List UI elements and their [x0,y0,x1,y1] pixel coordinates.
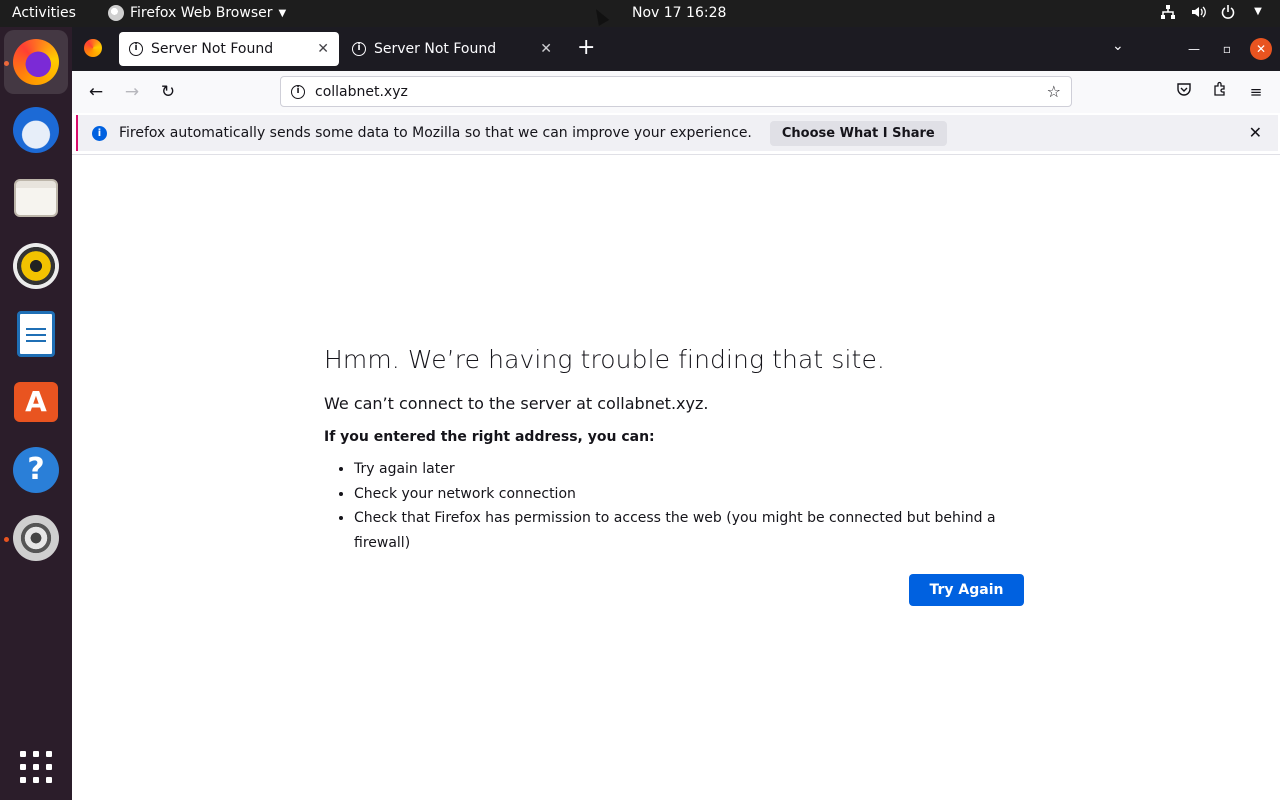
menu-hamburger-icon[interactable]: ≡ [1245,81,1267,103]
firefox-mini-icon [108,5,124,21]
divider [72,154,1280,155]
url-bar[interactable]: i collabnet.xyz ☆ [280,76,1072,107]
info-icon: i [92,125,107,141]
app-menu-label: Firefox Web Browser [130,5,273,21]
app-menu[interactable]: Firefox Web Browser ▼ [108,5,286,21]
error-suggestion-heading: If you entered the right address, you ca… [324,429,655,445]
error-suggestions: Try again later Check your network conne… [354,457,1044,555]
maximize-icon[interactable]: ▫ [1216,38,1238,60]
firefox-window: i Server Not Found ✕ i Server Not Found … [72,27,1280,800]
reload-icon[interactable]: ↻ [157,81,179,103]
tab-server-not-found-2[interactable]: i Server Not Found ✕ [342,32,562,66]
dock-files[interactable] [4,166,68,230]
forward-icon[interactable]: → [121,81,143,103]
settings-icon [13,515,59,561]
show-apps-icon[interactable] [20,751,52,783]
thunderbird-icon [13,107,59,153]
error-title: Hmm. We’re having trouble finding that s… [324,345,885,374]
tab-bar: i Server Not Found ✕ i Server Not Found … [72,27,1280,71]
minimize-icon[interactable]: — [1183,38,1205,60]
clock[interactable]: Nov 17 16:28 [632,5,726,21]
dock-settings[interactable] [4,506,68,570]
url-input[interactable]: collabnet.xyz [315,84,408,100]
list-item: Check your network connection [354,482,1044,507]
data-collection-notification: i Firefox automatically sends some data … [76,115,1278,151]
app-center-icon: A [14,382,58,422]
list-item: Try again later [354,457,1044,482]
mouse-cursor-icon [590,6,610,26]
notification-text: Firefox automatically sends some data to… [119,125,752,141]
close-tab-icon[interactable]: ✕ [317,41,329,57]
chevron-down-icon: ▼ [1254,6,1262,17]
dock-firefox[interactable] [4,30,68,94]
choose-what-i-share-button[interactable]: Choose What I Share [769,120,947,146]
close-tab-icon[interactable]: ✕ [540,41,552,57]
close-window-icon[interactable]: ✕ [1250,38,1272,60]
dock-app-center[interactable]: A [4,370,68,434]
libreoffice-writer-icon [17,311,55,357]
activities-button[interactable]: Activities [12,5,76,21]
firefox-icon [13,39,59,85]
error-page: Hmm. We’re having trouble finding that s… [324,345,1044,555]
pocket-icon[interactable] [1173,81,1195,103]
firefox-view-icon[interactable] [84,39,102,57]
site-info-icon[interactable]: i [291,84,305,99]
dock-rhythmbox[interactable] [4,234,68,298]
power-icon [1220,4,1236,20]
network-icon [1160,4,1176,20]
dock-help[interactable]: ? [4,438,68,502]
navigation-toolbar: ← → ↻ i collabnet.xyz ☆ ≡ [72,71,1280,113]
back-icon[interactable]: ← [85,81,107,103]
info-icon: i [352,42,366,56]
dock: A ? [0,27,72,800]
rhythmbox-icon [13,243,59,289]
list-item: Check that Firefox has permission to acc… [354,506,1044,555]
tab-server-not-found-1[interactable]: i Server Not Found ✕ [119,32,339,66]
try-again-button[interactable]: Try Again [909,574,1024,606]
extensions-icon[interactable] [1209,81,1231,103]
gnome-top-bar: Activities Firefox Web Browser ▼ Nov 17 … [0,0,1280,27]
bookmark-star-icon[interactable]: ☆ [1047,82,1061,101]
files-icon [14,179,58,217]
tab-label: Server Not Found [374,41,497,57]
dock-writer[interactable] [4,302,68,366]
system-tray[interactable]: ▼ [1160,4,1266,20]
list-all-tabs-icon[interactable]: ⌄ [1112,38,1124,54]
help-icon: ? [13,447,59,493]
info-icon: i [129,42,143,56]
tab-label: Server Not Found [151,41,274,57]
error-subtitle: We can’t connect to the server at collab… [324,394,709,413]
chevron-down-icon: ▼ [278,7,287,19]
dock-thunderbird[interactable] [4,98,68,162]
volume-icon [1190,4,1206,20]
close-icon[interactable]: ✕ [1249,123,1262,142]
new-tab-button[interactable]: + [577,36,595,60]
